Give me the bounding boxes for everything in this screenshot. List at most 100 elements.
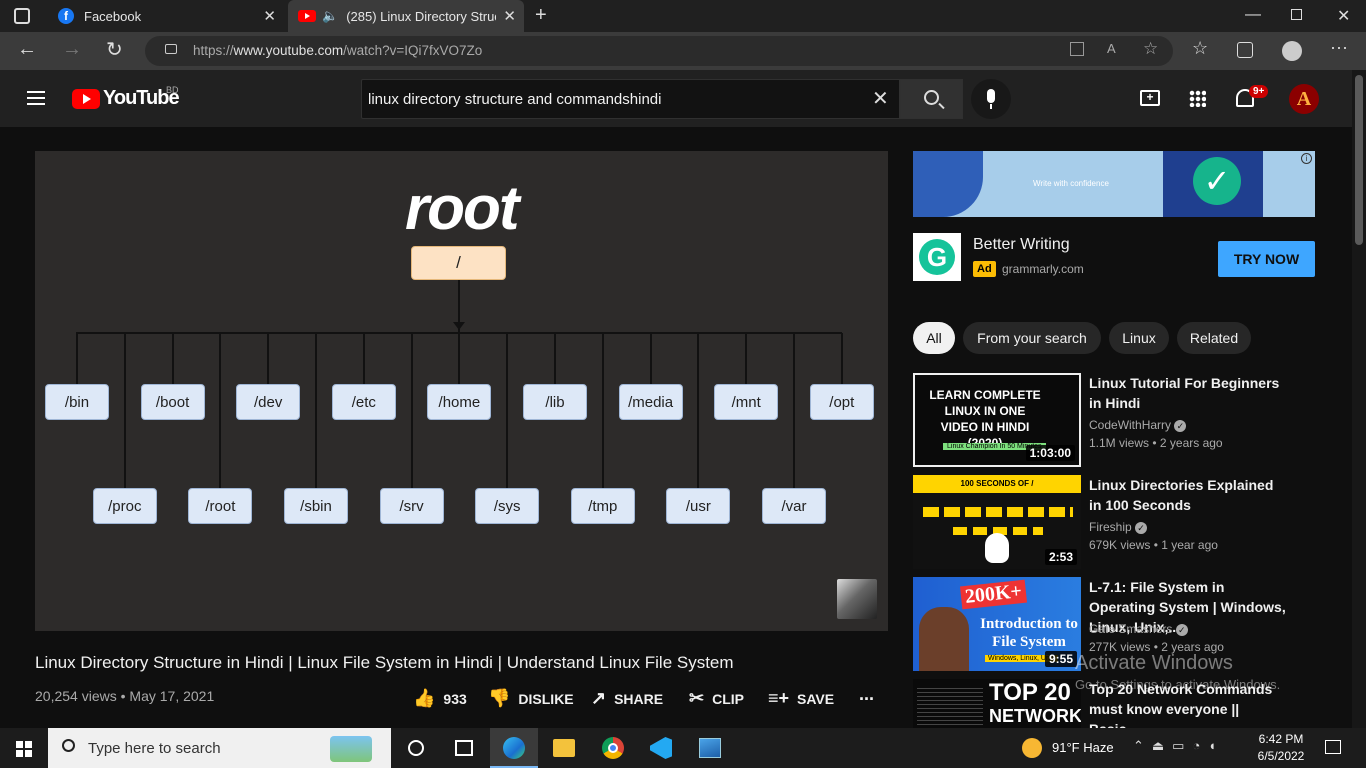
tab-youtube[interactable]: 🔈 (285) Linux Directory Structu ✕: [288, 0, 524, 32]
clear-search-icon[interactable]: ✕: [872, 86, 889, 111]
tree-connector: [506, 333, 509, 488]
tab-actions-icon[interactable]: [14, 8, 30, 24]
directory-box: /proc: [92, 488, 157, 524]
video-thumbnail[interactable]: LEARN COMPLETE LINUX IN ONE VIDEO IN HIN…: [913, 373, 1081, 467]
tree-connector: [76, 333, 78, 384]
directory-box: /dev: [236, 384, 301, 420]
video-thumbnail[interactable]: TOP 20 NETWORK: [913, 679, 1081, 728]
chip-linux[interactable]: Linux: [1109, 322, 1169, 354]
scrollbar-thumb[interactable]: [1355, 75, 1363, 245]
dislike-button[interactable]: 👎 DISLIKE: [488, 688, 574, 709]
tree-connector: [219, 333, 222, 488]
apps-grid-icon[interactable]: [1189, 90, 1206, 107]
search-icon: [924, 90, 939, 105]
save-button[interactable]: ≡+ SAVE: [768, 688, 834, 709]
like-button[interactable]: 👍 933: [413, 688, 467, 709]
restore-icon[interactable]: [1291, 9, 1302, 20]
tree-connector: [267, 333, 270, 384]
directory-box: /home: [427, 384, 492, 420]
url-text[interactable]: https://www.youtube.com/watch?v=IQi7fxVO…: [193, 43, 482, 58]
video-player[interactable]: root / /bin/boot/dev/etc/home/lib/media /…: [35, 151, 888, 631]
search-button[interactable]: [900, 79, 963, 119]
tree-connector: [362, 333, 365, 384]
search-input[interactable]: [368, 88, 848, 110]
recommendation-title[interactable]: Linux Directories Explained in 100 Secon…: [1089, 475, 1289, 515]
cortana-icon[interactable]: [408, 740, 424, 756]
list-item[interactable]: 100 SECONDS OF / 2:53 Linux Directories …: [913, 475, 1350, 571]
chip-from-your-search[interactable]: From your search: [963, 322, 1101, 354]
vscode-icon[interactable]: [650, 737, 672, 759]
ad-info-icon[interactable]: i: [1301, 153, 1312, 164]
avatar[interactable]: A: [1289, 84, 1319, 114]
weather-text[interactable]: 91°F Haze: [1052, 740, 1114, 755]
collections-icon[interactable]: [1237, 42, 1253, 58]
chip-all[interactable]: All: [913, 322, 955, 354]
ad-title[interactable]: Better Writing: [973, 236, 1070, 254]
task-view-icon[interactable]: [455, 740, 473, 756]
thumbnail-subtext: NETWORK: [989, 706, 1081, 726]
read-aloud-icon[interactable]: A: [1107, 41, 1116, 56]
address-bar[interactable]: https://www.youtube.com/watch?v=IQi7fxVO…: [145, 36, 1173, 66]
create-video-icon[interactable]: +: [1140, 90, 1160, 106]
duration-badge: 2:53: [1044, 549, 1077, 565]
video-thumbnail[interactable]: 200K+ Introduction to File System Window…: [913, 577, 1081, 671]
taskbar-edge-app[interactable]: [490, 728, 538, 768]
voice-search-button[interactable]: [971, 79, 1011, 119]
root-heading: root: [405, 174, 520, 243]
tree-connector: [410, 333, 413, 488]
chip-related[interactable]: Related: [1177, 322, 1251, 354]
photos-icon[interactable]: [699, 738, 721, 758]
notification-center-icon[interactable]: [1325, 740, 1341, 754]
view-count: 20,254 views: [35, 688, 117, 704]
search-highlight-icon[interactable]: [330, 736, 372, 762]
system-tray-icons[interactable]: ⌃⏏▭◔◖: [1133, 738, 1224, 754]
youtube-logo-icon[interactable]: [72, 89, 100, 109]
profile-icon[interactable]: [1282, 41, 1302, 61]
minimize-icon[interactable]: —: [1245, 6, 1261, 24]
url-domain: www.youtube.com: [233, 43, 344, 58]
close-tab-icon[interactable]: ✕: [263, 7, 276, 25]
windows-start-icon[interactable]: [16, 741, 32, 757]
channel-name[interactable]: Gate Smashers ✓: [1089, 622, 1188, 636]
directory-box: /boot: [140, 384, 205, 420]
root-dir-box: /: [411, 246, 506, 280]
share-button[interactable]: ↗ SHARE: [591, 688, 663, 709]
lock-icon[interactable]: [165, 44, 177, 54]
new-tab-icon[interactable]: +: [535, 4, 547, 27]
channel-watermark-icon[interactable]: [837, 579, 877, 619]
recommendation-title[interactable]: Linux Tutorial For Beginners in Hindi: [1089, 373, 1289, 413]
chrome-icon[interactable]: [602, 737, 624, 759]
refresh-icon[interactable]: ↻: [106, 37, 123, 62]
menu-icon[interactable]: [27, 91, 45, 105]
channel-name[interactable]: CodeWithHarry ✓: [1089, 418, 1187, 432]
verified-icon: ✓: [1135, 522, 1148, 534]
more-options-icon[interactable]: ···: [1330, 37, 1348, 58]
tab-facebook[interactable]: f Facebook ✕: [48, 0, 284, 32]
clock-time: 6:42 PM: [1258, 732, 1304, 746]
weather-icon[interactable]: [1022, 738, 1042, 758]
back-icon[interactable]: ←: [17, 38, 37, 61]
ad-banner[interactable]: ✓ Write with confidence i: [913, 151, 1315, 217]
app-available-icon[interactable]: [1070, 42, 1084, 56]
taskbar-search-box[interactable]: Type here to search: [48, 728, 391, 768]
favorites-icon[interactable]: ☆: [1192, 38, 1208, 59]
video-thumbnail[interactable]: 100 SECONDS OF / 2:53: [913, 475, 1081, 569]
list-item[interactable]: LEARN COMPLETE LINUX IN ONE VIDEO IN HIN…: [913, 373, 1350, 469]
page-scrollbar[interactable]: [1352, 70, 1366, 728]
add-favorite-icon[interactable]: ☆: [1143, 39, 1158, 59]
more-actions-button[interactable]: ...: [859, 684, 874, 705]
video-meta: 679K views • 1 year ago: [1089, 538, 1218, 552]
clock[interactable]: 6:42 PM 6/5/2022: [1256, 732, 1306, 763]
clip-button[interactable]: ✂ CLIP: [689, 688, 744, 709]
speaker-icon[interactable]: 🔈: [322, 8, 338, 24]
grammarly-logo-icon[interactable]: G: [913, 233, 961, 281]
search-box[interactable]: ✕: [361, 79, 900, 119]
youtube-favicon-icon: [298, 10, 316, 22]
close-tab-icon[interactable]: ✕: [503, 7, 516, 25]
file-explorer-icon[interactable]: [553, 739, 575, 757]
try-now-button[interactable]: TRY NOW: [1218, 241, 1315, 277]
channel-name[interactable]: Fireship ✓: [1089, 520, 1148, 534]
close-window-icon[interactable]: ✕: [1337, 6, 1350, 26]
directory-box: /tmp: [570, 488, 635, 524]
forward-icon[interactable]: →: [62, 38, 82, 61]
